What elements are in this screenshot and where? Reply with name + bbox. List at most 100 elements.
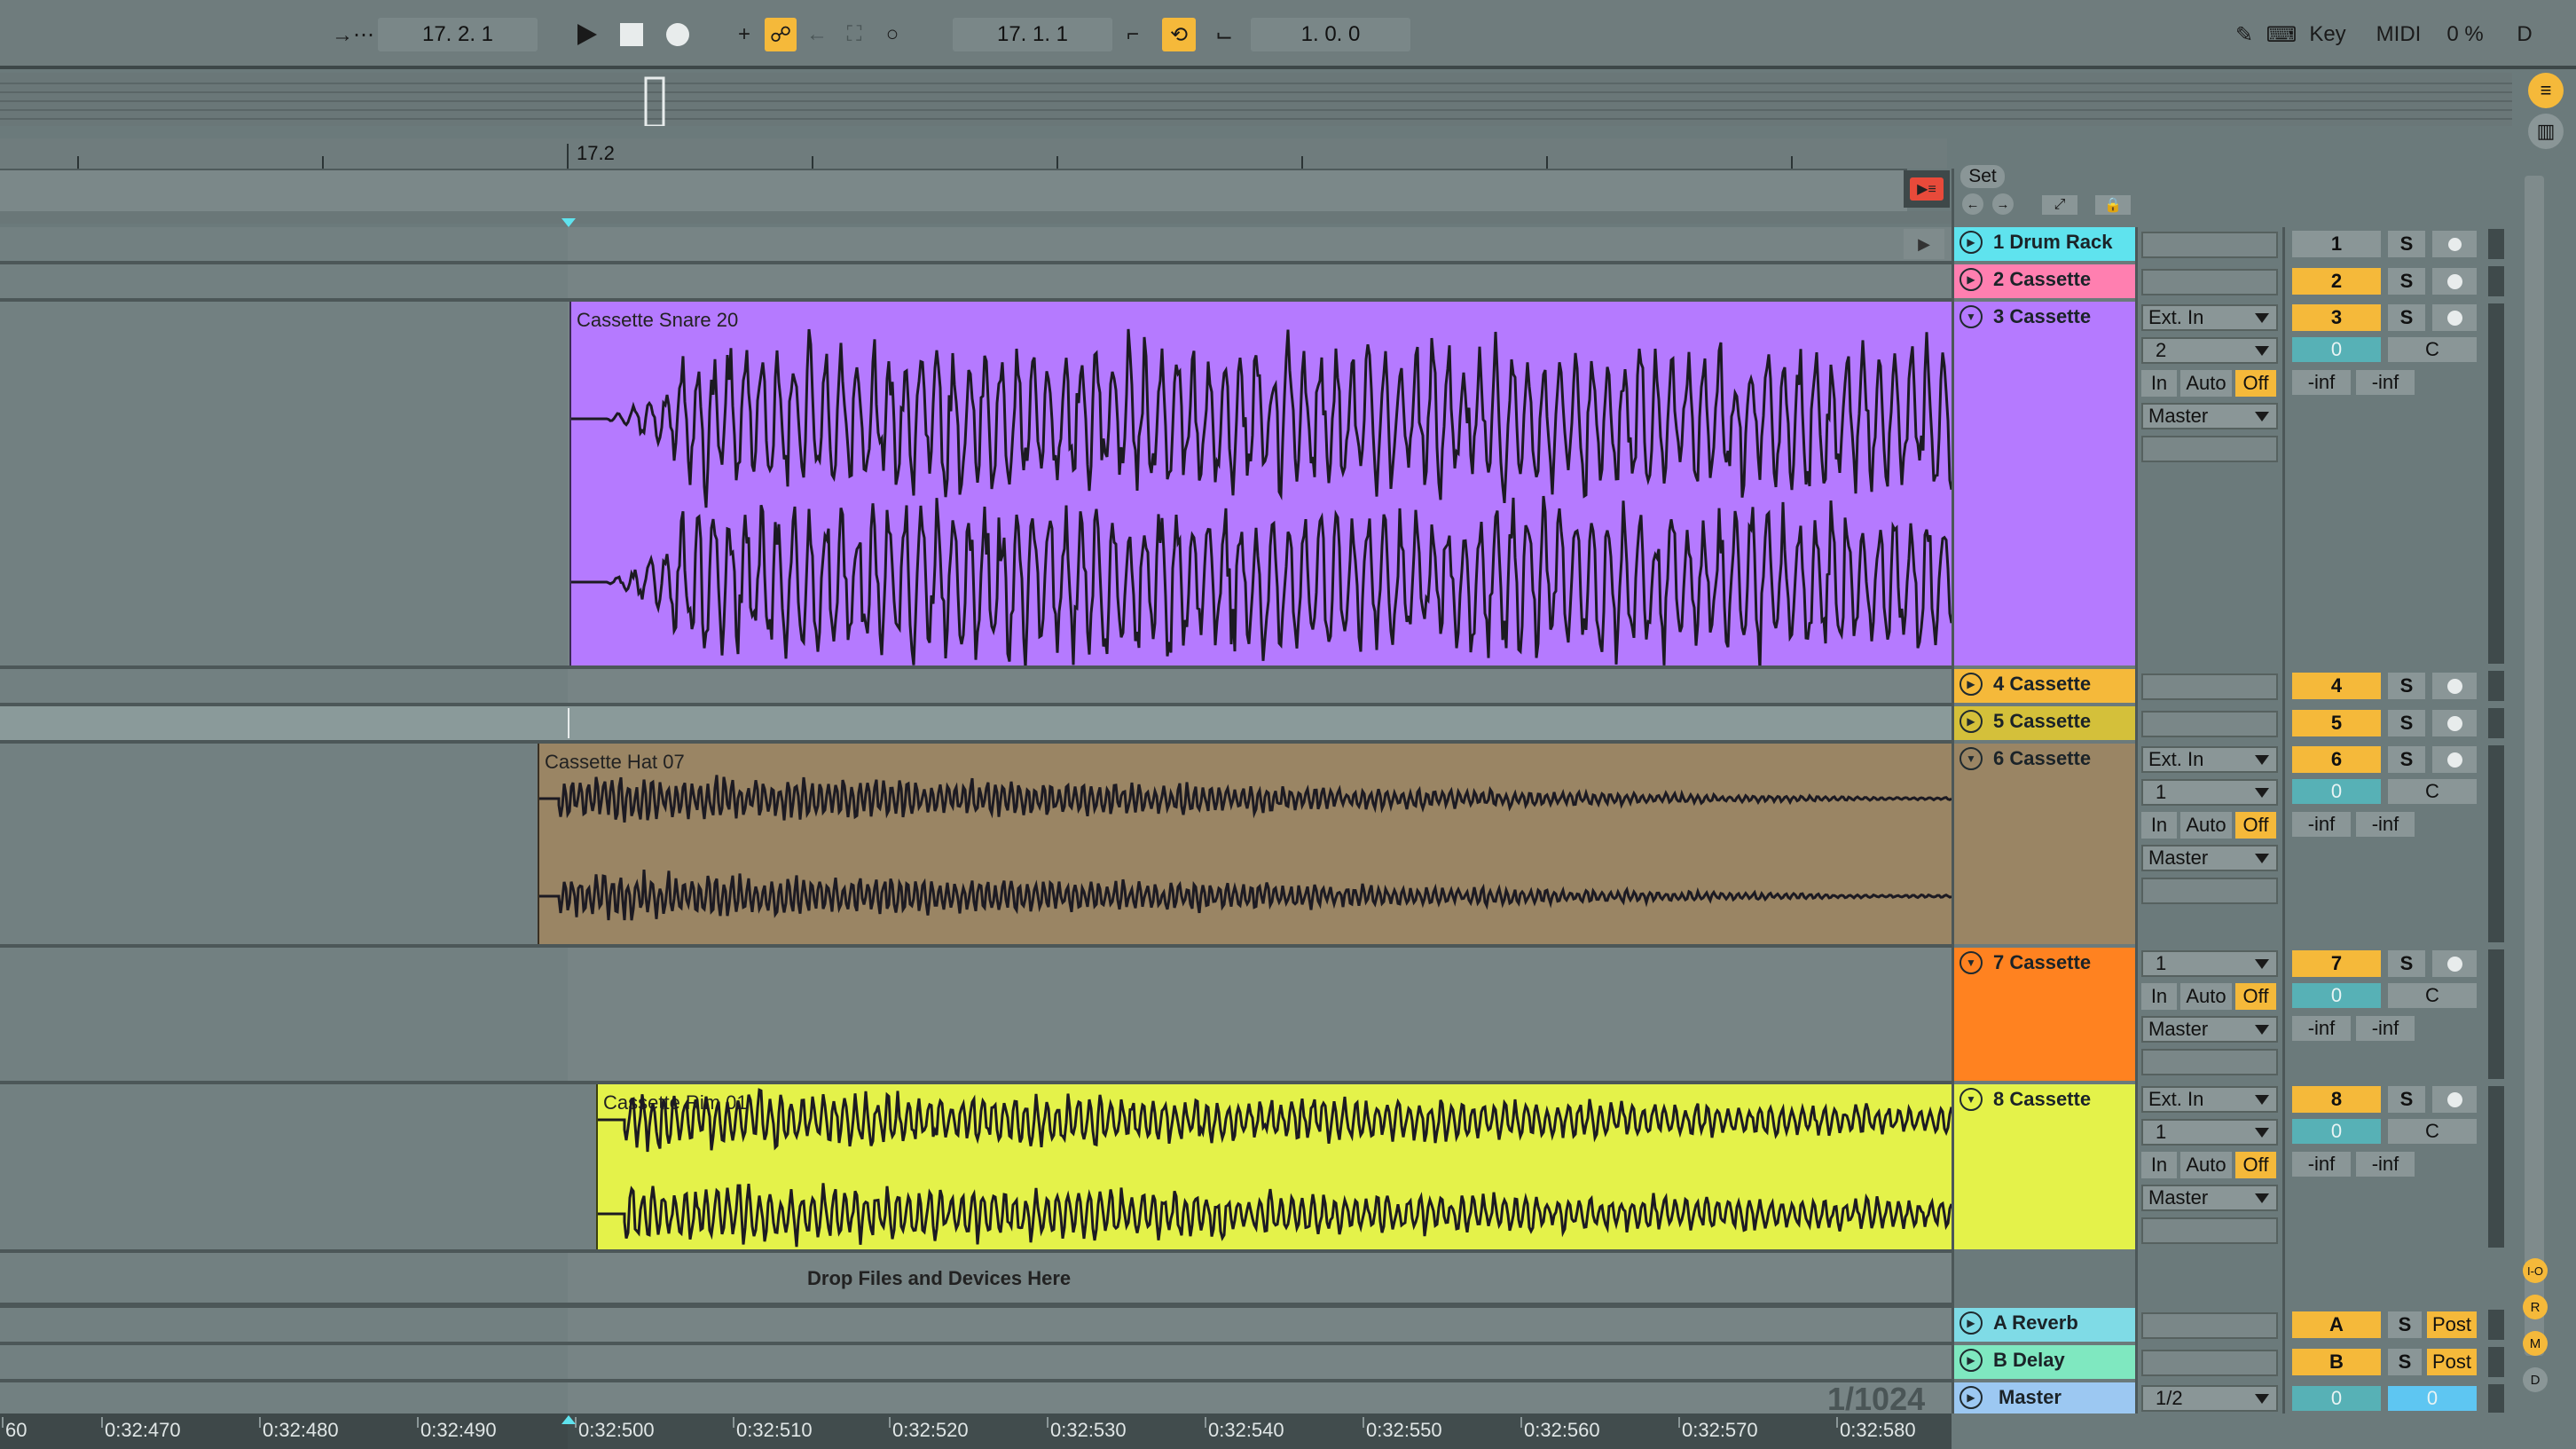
track-play-icon[interactable]: ▶ — [1959, 1386, 1983, 1409]
arrangement-overview[interactable] — [0, 73, 2512, 128]
monitor-off-button[interactable]: Off — [2235, 370, 2276, 397]
pan-field[interactable]: C — [2388, 779, 2477, 804]
track-activator-button[interactable]: 7 — [2292, 950, 2381, 977]
arm-button[interactable] — [2432, 304, 2477, 331]
track-activator-button[interactable]: 4 — [2292, 673, 2381, 699]
mixer-toggle-button[interactable]: ▥ — [2528, 114, 2564, 149]
next-locator-button[interactable]: → — [1992, 193, 2014, 215]
volume-field[interactable]: 0 — [2292, 1119, 2381, 1144]
output-sub-slot[interactable] — [2141, 878, 2278, 904]
loop-switch-button[interactable]: ⟲ — [1162, 18, 1196, 51]
track-header-5[interactable]: ▶ 5 Cassette — [1954, 706, 2135, 740]
pre-post-button[interactable]: Post — [2427, 1311, 2477, 1338]
return-header-a[interactable]: ▶ A Reverb — [1954, 1308, 2135, 1342]
solo-button[interactable]: S — [2388, 1086, 2425, 1113]
solo-button[interactable]: S — [2388, 673, 2425, 699]
play-button[interactable] — [568, 18, 603, 51]
monitor-in-button[interactable]: In — [2141, 370, 2177, 397]
input-channel-select[interactable]: 2 — [2141, 337, 2278, 364]
monitor-off-button[interactable]: Off — [2235, 812, 2276, 839]
cue-volume-field[interactable]: 0 — [2388, 1386, 2477, 1411]
master-volume-field[interactable]: 0 — [2292, 1386, 2381, 1411]
volume-field[interactable]: 0 — [2292, 779, 2381, 804]
session-record-button[interactable]: ○ — [876, 18, 908, 51]
fold-chevron-icon[interactable]: ▼ — [1959, 951, 1983, 974]
arm-button[interactable] — [2432, 1086, 2477, 1113]
track-lane-5[interactable] — [0, 706, 1952, 740]
monitor-in-button[interactable]: In — [2141, 812, 2177, 839]
output-sub-slot[interactable] — [2141, 1217, 2278, 1244]
output-select[interactable]: Master — [2141, 1185, 2278, 1211]
track-name[interactable]: 3 Cassette — [1993, 305, 2091, 328]
arrangement-position-field[interactable]: 17. 2. 1 — [378, 18, 538, 51]
monitor-auto-button[interactable]: Auto — [2180, 983, 2232, 1010]
pan-field[interactable]: C — [2388, 1119, 2477, 1144]
input-type-select[interactable]: Ext. In — [2141, 746, 2278, 773]
input-type-select[interactable]: Ext. In — [2141, 1086, 2278, 1113]
back-to-arrangement-button[interactable]: ▶≡ — [1910, 177, 1944, 201]
track-activator-button[interactable]: 2 — [2292, 268, 2381, 295]
computer-midi-keyboard-button[interactable]: ⌨ — [2266, 18, 2297, 51]
input-channel-select[interactable]: 1 — [2141, 1119, 2278, 1146]
track-play-icon[interactable]: ▶ — [1959, 673, 1983, 696]
set-locator-button[interactable]: Set — [1960, 165, 2005, 188]
input-channel-select[interactable]: 1 — [2141, 779, 2278, 806]
mixer-section-toggle-button[interactable]: M — [2523, 1331, 2548, 1356]
output-select[interactable]: Master — [2141, 845, 2278, 871]
track-header-7[interactable]: ▼ 7 Cassette — [1954, 948, 2135, 1081]
overdub-button[interactable]: + — [729, 18, 759, 51]
solo-button[interactable]: S — [2388, 231, 2425, 257]
output-sub-slot[interactable] — [2141, 436, 2278, 462]
audio-clip[interactable]: Cassette Hat 07 — [538, 744, 1952, 944]
stop-button[interactable] — [614, 18, 649, 51]
track-header-1[interactable]: ▶ 1 Drum Rack — [1954, 227, 2135, 261]
arm-button[interactable] — [2432, 231, 2477, 257]
solo-button[interactable]: S — [2388, 304, 2425, 331]
solo-button[interactable]: S — [2388, 710, 2425, 736]
return-header-b[interactable]: ▶ B Delay — [1954, 1345, 2135, 1379]
track-lane-7[interactable] — [0, 948, 1952, 1081]
track-name[interactable]: 2 Cassette — [1993, 268, 2091, 291]
capture-button[interactable]: ⛶ — [839, 18, 869, 51]
track-header-8[interactable]: ▼ 8 Cassette — [1954, 1084, 2135, 1249]
track-lane-1[interactable] — [0, 227, 1952, 261]
track-activator-button[interactable]: 1 — [2292, 231, 2381, 257]
track-play-icon[interactable]: ▶ — [1959, 268, 1983, 291]
returns-toggle-button[interactable]: R — [2523, 1295, 2548, 1319]
expand-tracks-button[interactable]: ⤢ — [2042, 195, 2077, 215]
output-select[interactable]: Master — [2141, 403, 2278, 429]
arm-button[interactable] — [2432, 268, 2477, 295]
arm-button[interactable] — [2432, 710, 2477, 736]
return-activator-button[interactable]: B — [2292, 1349, 2381, 1375]
monitor-auto-button[interactable]: Auto — [2180, 812, 2232, 839]
pre-post-button[interactable]: Post — [2427, 1349, 2477, 1375]
delay-toggle-button[interactable]: D — [2523, 1367, 2548, 1392]
master-lane[interactable] — [0, 1382, 1952, 1414]
vertical-scrollbar[interactable] — [2525, 176, 2544, 1356]
solo-button[interactable]: S — [2388, 1349, 2422, 1375]
arm-button[interactable] — [2432, 746, 2477, 773]
loop-length-field[interactable]: 1. 0. 0 — [1251, 18, 1410, 51]
master-output-select[interactable]: 1/2 — [2141, 1385, 2278, 1412]
track-header-6[interactable]: ▼ 6 Cassette — [1954, 744, 2135, 944]
previous-locator-button[interactable]: ← — [1962, 193, 1983, 215]
return-lane-a[interactable] — [0, 1308, 1952, 1342]
monitor-auto-button[interactable]: Auto — [2180, 1152, 2232, 1178]
monitor-auto-button[interactable]: Auto — [2180, 370, 2232, 397]
punch-in-button[interactable]: ⌐ — [1116, 18, 1150, 51]
pan-field[interactable]: C — [2388, 983, 2477, 1008]
locator-lane[interactable] — [0, 211, 1952, 224]
browser-toggle-button[interactable]: ≡ — [2528, 73, 2564, 108]
fold-chevron-icon[interactable]: ▼ — [1959, 747, 1983, 770]
solo-button[interactable]: S — [2388, 268, 2425, 295]
input-slot[interactable] — [2141, 232, 2278, 258]
volume-field[interactable]: 0 — [2292, 983, 2381, 1008]
loop-brace-lane[interactable] — [0, 169, 1907, 211]
return-activator-button[interactable]: A — [2292, 1311, 2381, 1338]
monitor-in-button[interactable]: In — [2141, 1152, 2177, 1178]
midi-map-button[interactable]: MIDI — [2370, 18, 2427, 51]
pan-field[interactable]: C — [2388, 337, 2477, 362]
solo-button[interactable]: S — [2388, 950, 2425, 977]
track-name[interactable]: A Reverb — [1993, 1311, 2078, 1335]
io-toggle-button[interactable]: I-O — [2523, 1258, 2548, 1283]
